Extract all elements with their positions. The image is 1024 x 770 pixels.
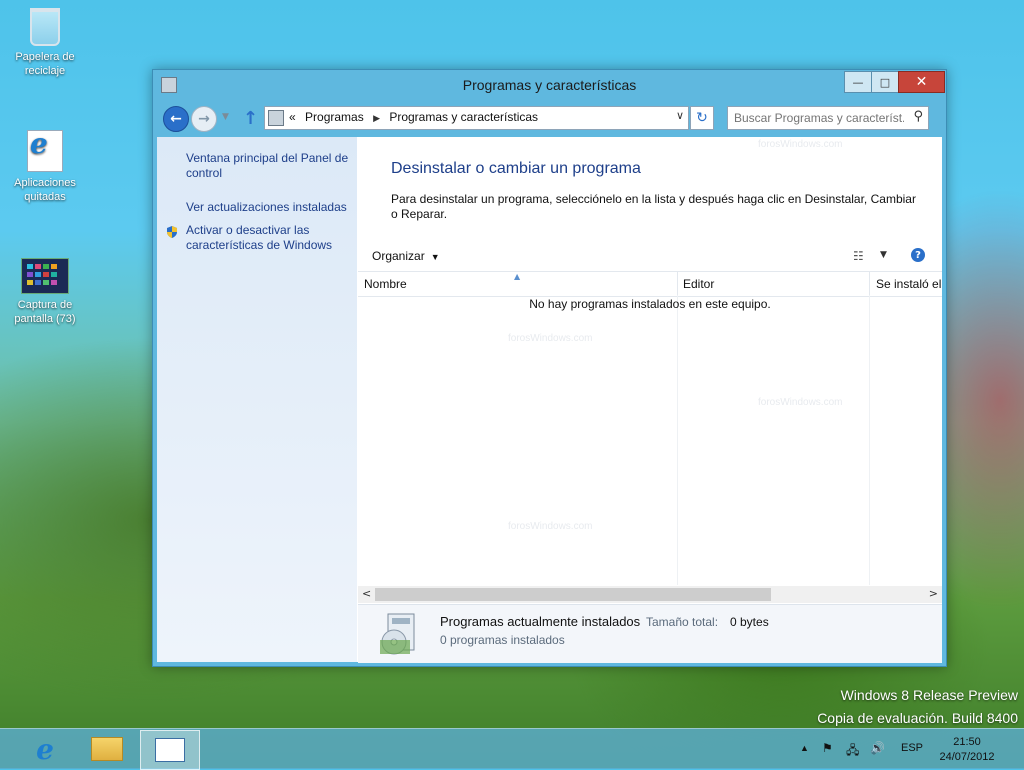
removed-apps-shortcut[interactable]: e Aplicaciones quitadas	[5, 130, 85, 204]
total-size-label: Tamaño total:	[646, 615, 719, 629]
control-panel-icon	[268, 110, 284, 126]
build-line-version: Copia de evaluación. Build 8400	[817, 710, 1018, 726]
search-input[interactable]	[734, 109, 904, 127]
details-pane: Programas actualmente instalados Tamaño …	[358, 604, 942, 663]
breadcrumb-programs[interactable]: Programas	[305, 110, 364, 124]
search-icon[interactable]: ⚲	[913, 109, 923, 124]
network-icon[interactable]: 🖧	[846, 741, 859, 762]
recycle-bin-label: Papelera de reciclaje	[15, 51, 75, 77]
taskbar: e ▲ ⚑ 🖧 🔊 ESP 21:50 24/07/2012	[0, 728, 1024, 770]
organize-menu-button[interactable]: Organizar ▼	[372, 249, 440, 263]
command-bar: Organizar ▼ ☷ ▼ ?	[358, 243, 942, 271]
column-header-name[interactable]: Nombre	[364, 277, 407, 291]
input-language[interactable]: ESP	[901, 742, 923, 754]
title-bar[interactable]: Programas y características — □ ✕	[153, 70, 946, 102]
address-dropdown-chevron-icon[interactable]: ∨	[676, 109, 684, 122]
installed-count: 0 programas instalados	[440, 633, 565, 647]
forward-arrow-icon[interactable]: →	[191, 106, 217, 132]
sidebar-link-control-panel-home[interactable]: Ventana principal del Panel de control	[186, 151, 356, 181]
clock[interactable]: 21:50 24/07/2012	[928, 735, 1006, 765]
installed-programs-icon	[380, 613, 415, 655]
taskbar-file-explorer[interactable]	[78, 730, 136, 768]
screenshot-label: Captura de pantalla (73)	[14, 299, 76, 325]
action-center-flag-icon[interactable]: ⚑	[822, 741, 833, 755]
back-arrow-icon[interactable]: ←	[163, 106, 189, 132]
view-details-icon[interactable]: ☷	[853, 249, 864, 263]
scroll-left-icon[interactable]: <	[362, 587, 371, 600]
horizontal-scrollbar[interactable]: < >	[358, 586, 942, 603]
recycle-bin-shortcut[interactable]: Papelera de reciclaje	[5, 8, 85, 78]
organize-label: Organizar	[372, 249, 425, 263]
column-header-installed-on[interactable]: Se instaló el	[876, 277, 941, 291]
breadcrumb-separator-icon[interactable]: ▶	[373, 113, 380, 123]
removed-apps-label: Aplicaciones quitadas	[14, 177, 76, 203]
search-box[interactable]: ⚲	[727, 106, 929, 130]
task-pane: Ventana principal del Panel de control V…	[157, 137, 357, 662]
internet-explorer-document-icon: e	[27, 130, 63, 172]
scrollbar-thumb[interactable]	[375, 588, 771, 601]
navigation-bar: ← → ▼ ↑ « Programas ▶ Programas y caract…	[159, 104, 940, 134]
program-list[interactable]: No hay programas instalados en este equi…	[358, 295, 942, 585]
refresh-icon[interactable]: ↻	[690, 106, 714, 130]
folder-icon	[91, 737, 123, 761]
maximize-button[interactable]: □	[871, 71, 899, 93]
scroll-right-icon[interactable]: >	[929, 587, 938, 600]
address-overflow[interactable]: «	[289, 110, 296, 124]
page-description: Para desinstalar un programa, seleccióne…	[391, 192, 916, 221]
show-hidden-icons-chevron-icon[interactable]: ▲	[800, 743, 809, 753]
total-size-value: 0 bytes	[730, 615, 769, 629]
up-arrow-icon[interactable]: ↑	[243, 108, 258, 129]
sort-ascending-icon: ▲	[514, 272, 521, 281]
screenshot-shortcut[interactable]: Captura de pantalla (73)	[5, 258, 85, 326]
programs-and-features-window: Programas y características — □ ✕ ← → ▼ …	[152, 69, 947, 667]
window-title: Programas y características	[462, 77, 637, 93]
page-title: Desinstalar o cambiar un programa	[391, 160, 641, 177]
column-header-publisher[interactable]: Editor	[683, 277, 714, 291]
main-pane: forosWindows.com forosWindows.com forosW…	[358, 137, 942, 663]
address-bar[interactable]: « Programas ▶ Programas y característica…	[264, 106, 689, 130]
chevron-down-icon: ▼	[430, 252, 440, 262]
window-content: Ventana principal del Panel de control V…	[157, 137, 942, 663]
screenshot-thumbnail-icon	[21, 258, 69, 294]
list-header: ▲ Nombre Editor Se instaló el	[358, 271, 942, 297]
taskbar-internet-explorer[interactable]: e	[16, 730, 74, 768]
taskbar-control-panel[interactable]	[140, 730, 200, 770]
volume-icon[interactable]: 🔊	[870, 741, 885, 755]
sidebar-link-windows-features[interactable]: Activar o desactivar las características…	[186, 223, 356, 253]
recent-locations-chevron-icon[interactable]: ▼	[222, 112, 229, 122]
details-title: Programas actualmente instalados	[440, 614, 641, 629]
empty-list-message: No hay programas instalados en este equi…	[529, 297, 771, 311]
build-line-edition: Windows 8 Release Preview	[840, 687, 1018, 703]
build-watermark: Windows 8 Release Preview Copia de evalu…	[817, 684, 1018, 730]
internet-explorer-icon: e	[36, 732, 54, 766]
sidebar-link-view-installed-updates[interactable]: Ver actualizaciones instaladas	[186, 200, 356, 215]
control-panel-icon	[155, 738, 185, 762]
uac-shield-icon	[167, 226, 177, 238]
recycle-bin-icon	[30, 8, 60, 46]
clock-date: 24/07/2012	[939, 751, 995, 763]
minimize-button[interactable]: —	[844, 71, 872, 93]
clock-time: 21:50	[953, 736, 981, 748]
help-icon[interactable]: ?	[911, 248, 925, 262]
view-options-chevron-icon[interactable]: ▼	[880, 250, 887, 260]
breadcrumb-programs-and-features[interactable]: Programas y características	[389, 110, 538, 124]
close-button[interactable]: ✕	[898, 71, 945, 93]
